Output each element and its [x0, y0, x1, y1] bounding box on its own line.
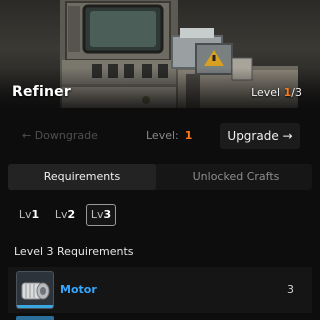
level-total: /3 [291, 86, 302, 99]
lv-prefix: Lv [54, 208, 68, 221]
lv-prefix: Lv [18, 208, 32, 221]
requirement-name: Motor [60, 283, 97, 296]
tab-requirements[interactable]: Requirements [8, 164, 156, 190]
lv-number: 1 [31, 208, 40, 221]
level-prefix: Level [251, 86, 284, 99]
level-controls: ← Downgrade Level: 1 Upgrade → [0, 123, 320, 149]
lv-number: 2 [67, 208, 76, 221]
upgrade-button[interactable]: Upgrade → [220, 123, 300, 149]
level-2-button[interactable]: Lv2 [50, 204, 80, 226]
station-level-indicator: Level 1/3 [251, 86, 302, 99]
motor-icon [16, 271, 54, 309]
requirement-quantity: 3 [287, 283, 294, 296]
rarity-strip [17, 305, 53, 308]
level-label: Level: [146, 129, 179, 142]
level-3-button[interactable]: Lv3 [86, 204, 116, 226]
requirements-title: Level 3 Requirements [14, 245, 134, 258]
next-item-icon-peek [16, 316, 54, 320]
lv-number: 3 [103, 208, 112, 221]
current-level-display: Level: 1 [146, 129, 192, 142]
station-name: Refiner [12, 84, 71, 100]
downgrade-button[interactable]: ← Downgrade [22, 129, 98, 142]
lv-prefix: Lv [90, 208, 104, 221]
level-1-button[interactable]: Lv1 [14, 204, 44, 226]
tab-unlocked-crafts[interactable]: Unlocked Crafts [160, 164, 312, 190]
level-value: 1 [184, 129, 193, 142]
tab-bar: Requirements Unlocked Crafts [8, 164, 312, 190]
requirement-item[interactable]: Motor 3 [8, 267, 312, 313]
